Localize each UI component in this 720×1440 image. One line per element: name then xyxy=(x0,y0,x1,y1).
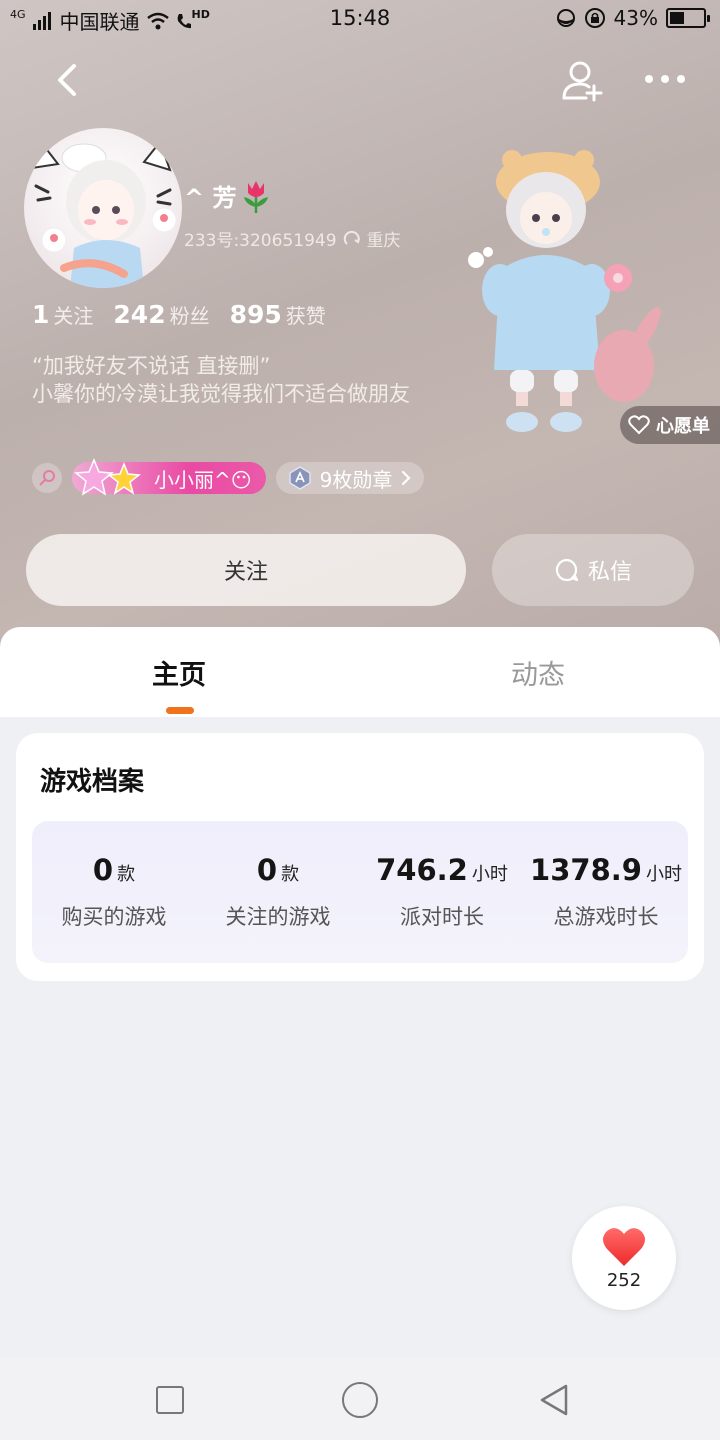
location: 重庆 xyxy=(366,231,401,251)
key-badge[interactable] xyxy=(32,463,62,493)
status-bar: 4G 中国联通 HD 15:48 43% xyxy=(0,0,720,40)
game-profile-card: 游戏档案 0款 购买的游戏 0款 关注的游戏 746.2 小时 派对时长 1378… xyxy=(16,733,704,981)
like-button[interactable]: 252 xyxy=(572,1206,676,1310)
user-id: 233号:320651949 xyxy=(184,231,337,251)
do-not-disturb-icon xyxy=(556,9,575,27)
heart-outline-icon xyxy=(628,415,650,435)
more-button[interactable] xyxy=(640,64,690,94)
purchased-games-stat[interactable]: 0款 购买的游戏 xyxy=(32,821,196,963)
game-stats: 0款 购买的游戏 0款 关注的游戏 746.2 小时 派对时长 1378.9 小时 … xyxy=(32,821,688,963)
stat-label: 派对时长 xyxy=(400,905,484,929)
wishlist-button[interactable]: 心愿单 xyxy=(620,406,720,444)
stat-label: 购买的游戏 xyxy=(61,905,167,929)
likes-count: 895 xyxy=(229,300,282,329)
medal-icon xyxy=(288,466,311,490)
chat-bubble-icon xyxy=(555,558,579,582)
badge-name-text: 小小丽^😶 xyxy=(154,467,252,492)
avatar-character-figure[interactable] xyxy=(460,140,670,440)
name-badge[interactable]: 小小丽^😶 xyxy=(72,458,266,496)
stat-value: 746.2 xyxy=(376,853,468,887)
stat-unit: 款 xyxy=(117,864,136,885)
followers-label: 粉丝 xyxy=(169,304,210,328)
stat-value: 0 xyxy=(256,853,278,887)
stat-value: 1378.9 xyxy=(530,853,642,887)
tab-bar: 主页 动态 xyxy=(0,627,720,717)
medals-count: 9枚勋章 xyxy=(319,467,393,492)
total-play-time-stat[interactable]: 1378.9 小时 总游戏时长 xyxy=(524,821,688,963)
recent-apps-button[interactable] xyxy=(156,1386,184,1414)
tulip-icon xyxy=(244,180,269,213)
wishlist-label: 心愿单 xyxy=(656,416,710,437)
heart-icon xyxy=(603,1227,645,1266)
stat-label: 关注的游戏 xyxy=(225,905,331,929)
chevron-left-icon xyxy=(58,64,76,96)
home-button[interactable] xyxy=(342,1382,378,1418)
followers-stat[interactable]: 242 粉丝 xyxy=(113,300,209,329)
message-label: 私信 xyxy=(587,560,632,585)
stat-label: 总游戏时长 xyxy=(553,905,659,929)
stat-unit: 小时 xyxy=(645,864,682,885)
card-title: 游戏档案 xyxy=(40,767,145,797)
battery-percent: 43% xyxy=(613,6,658,30)
message-button[interactable]: 私信 xyxy=(492,534,694,606)
user-id-row: 233号:320651949 重庆 xyxy=(184,226,401,251)
dot xyxy=(645,75,653,83)
medals-badge[interactable]: 9枚勋章 xyxy=(275,462,425,494)
stat-unit: 款 xyxy=(281,864,300,885)
copy-icon[interactable] xyxy=(343,230,361,248)
tab-home[interactable]: 主页 xyxy=(152,653,206,692)
likes-stat[interactable]: 895 获赞 xyxy=(230,300,326,329)
dot xyxy=(677,75,685,83)
stat-unit: 小时 xyxy=(471,864,508,885)
back-button[interactable] xyxy=(48,58,88,102)
like-count: 252 xyxy=(606,1269,642,1291)
avatar-illustration xyxy=(30,139,177,288)
follow-label: 关注 xyxy=(223,560,268,585)
add-friend-icon xyxy=(562,61,603,102)
follow-button[interactable]: 关注 xyxy=(26,534,466,606)
following-stat[interactable]: 1 关注 xyxy=(32,300,93,329)
stars-icon xyxy=(74,458,141,496)
stat-value: 0 xyxy=(92,853,114,887)
party-time-stat[interactable]: 746.2 小时 派对时长 xyxy=(360,821,524,963)
bio-line: “加我好友不说话 直接删” xyxy=(32,354,271,378)
active-tab-indicator xyxy=(166,707,194,714)
followed-games-stat[interactable]: 0款 关注的游戏 xyxy=(196,821,360,963)
system-navigation-bar xyxy=(0,1358,720,1440)
dot xyxy=(661,75,669,83)
add-friend-button[interactable] xyxy=(560,58,606,104)
likes-label: 获赞 xyxy=(285,304,326,328)
bio: “加我好友不说话 直接删” 小馨你的冷漠让我觉得我们不适合做朋友 xyxy=(32,352,452,408)
following-count: 1 xyxy=(32,300,50,329)
username: ^ 芳 xyxy=(184,178,272,213)
badge-row: 小小丽^😶 9枚勋章 xyxy=(32,458,425,496)
battery-icon xyxy=(666,8,710,28)
profile-stats: 1 关注 242 粉丝 895 获赞 xyxy=(32,300,326,329)
username-text: ^ 芳 xyxy=(184,184,237,212)
tab-feed[interactable]: 动态 xyxy=(511,653,565,692)
character-illustration xyxy=(468,150,661,432)
avatar[interactable] xyxy=(24,128,182,288)
chevron-right-icon xyxy=(402,470,411,486)
rotation-lock-icon xyxy=(584,8,605,28)
key-icon xyxy=(39,470,55,486)
bio-line: 小馨你的冷漠让我觉得我们不适合做朋友 xyxy=(32,382,410,406)
followers-count: 242 xyxy=(113,300,166,329)
back-triangle-icon[interactable] xyxy=(536,1382,572,1418)
following-label: 关注 xyxy=(53,304,94,328)
